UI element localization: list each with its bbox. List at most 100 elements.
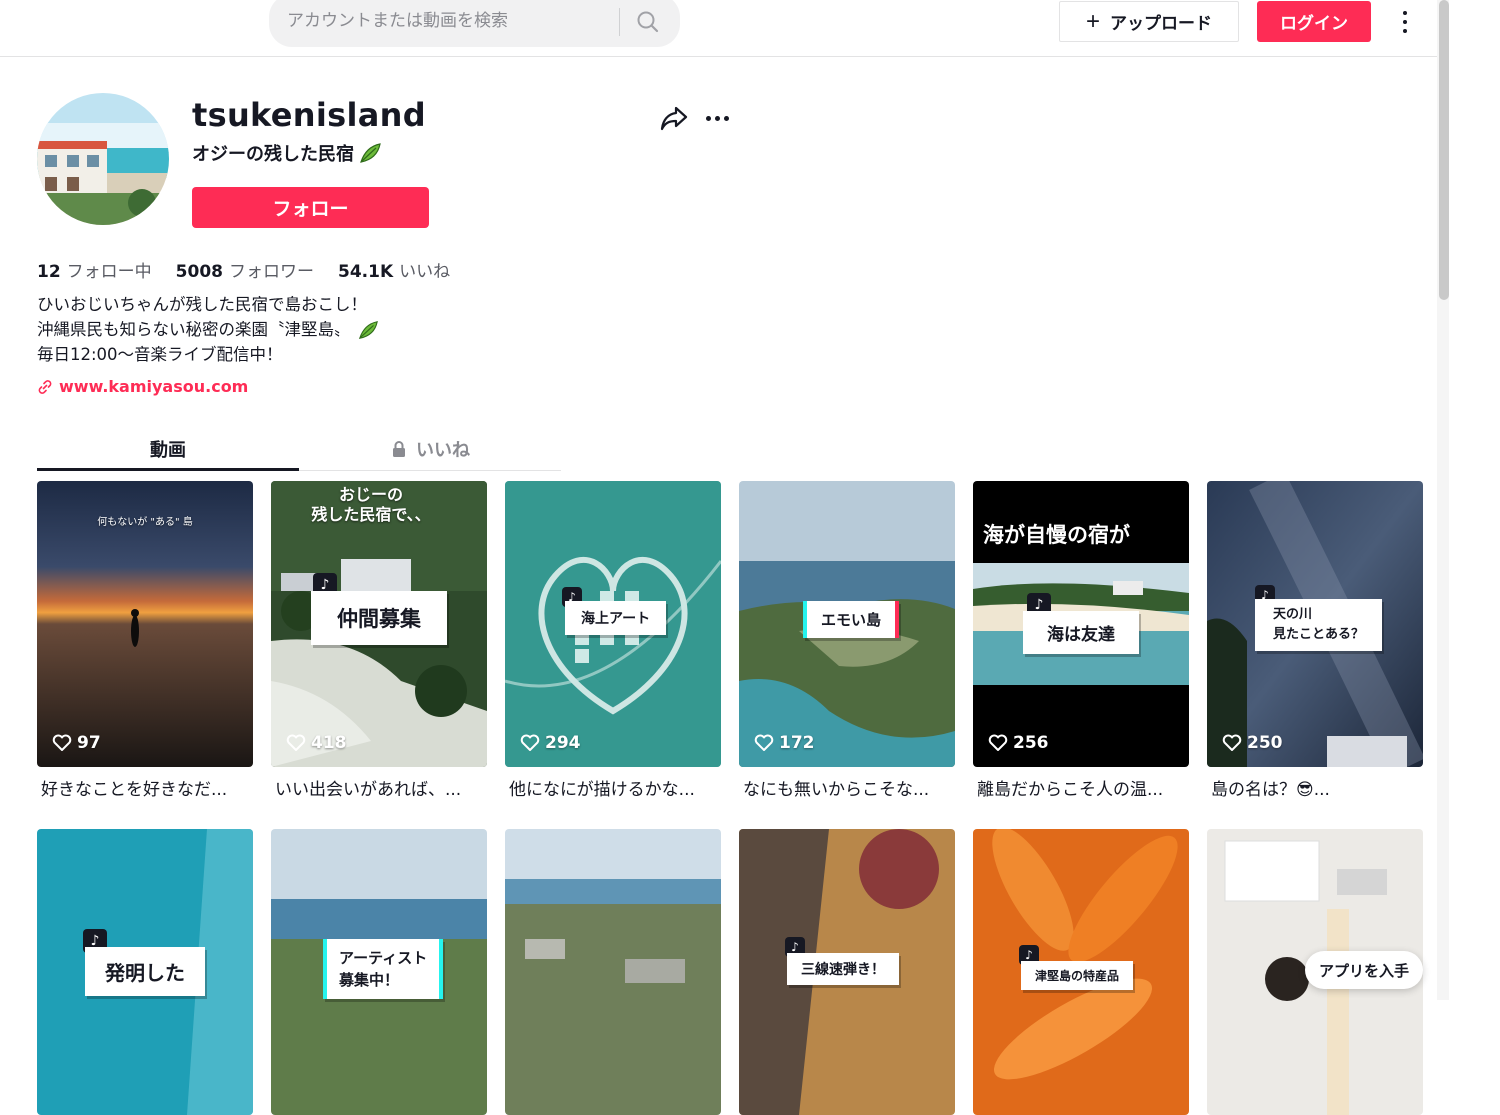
video-card[interactable]: ♪ 津堅島の特産品 — [973, 829, 1189, 1115]
nickname-text: オジーの残した民宿 — [192, 144, 354, 165]
heart-icon — [52, 734, 72, 751]
follow-button[interactable]: フォロー — [192, 187, 429, 228]
nickname: オジーの残した民宿 — [192, 140, 382, 166]
top-header: + アップロード ログイン — [0, 0, 1440, 57]
tab-liked[interactable]: いいね — [299, 428, 561, 470]
search-icon — [637, 11, 659, 33]
bio-line-text: 沖縄県民も知らない秘密の楽園〝津堅島〟 — [37, 320, 351, 339]
video-overlay-label: エモい島 — [803, 601, 900, 638]
video-likes-count: 97 — [77, 733, 101, 753]
avatar[interactable] — [37, 93, 169, 225]
video-thumbnail: アーティスト 募集中！ — [271, 829, 487, 1115]
followers-label: フォロワー — [229, 262, 314, 282]
plus-icon: + — [1085, 7, 1100, 35]
tab-videos-label: 動画 — [150, 440, 186, 461]
more-menu-icon[interactable] — [1394, 8, 1416, 36]
video-caption: いい出会いがあれば、... — [275, 780, 462, 800]
video-card[interactable]: ♪ 三線速弾き！ — [739, 829, 955, 1115]
video-caption: 他になにが描けるかな... — [509, 780, 695, 800]
video-overlay-label: 海上アート — [565, 601, 667, 635]
video-card[interactable]: 海が自慢の宿が ♪ 海は友達 256 離島だからこそ人の温... — [973, 481, 1189, 800]
video-thumbnail — [505, 829, 721, 1115]
video-thumbnail: ♪ 津堅島の特産品 — [973, 829, 1189, 1115]
leaf-icon — [358, 320, 378, 339]
video-thumbnail: 何もないが "ある" 島 97 — [37, 481, 253, 767]
video-overlay-label: 仲間募集 — [311, 591, 447, 645]
video-caption: なにも無いからこそな... — [743, 780, 930, 800]
video-thumbnail: おじーの 残した民宿で、、 ♪ 仲間募集 418 — [271, 481, 487, 767]
profile-tabs: 動画 いいね — [37, 428, 561, 471]
video-card[interactable]: ♪ 天の川 見たことある？ 250 島の名は？😎... — [1207, 481, 1423, 800]
video-likes: 172 — [754, 733, 815, 753]
username: tsukenisland — [192, 96, 426, 134]
video-thumbnail: ♪ 三線速弾き！ — [739, 829, 955, 1115]
get-app-button[interactable]: アプリを入手 — [1305, 951, 1423, 989]
leaf-icon — [360, 143, 381, 163]
video-card[interactable]: 何もないが "ある" 島 97 好きなことを好きなだ... — [37, 481, 253, 800]
search-button[interactable] — [631, 6, 665, 38]
following-label: フォロー中 — [66, 262, 152, 282]
video-card[interactable] — [505, 829, 721, 1115]
video-overlay-label: 海は友達 — [1023, 611, 1139, 654]
video-likes-count: 294 — [545, 733, 581, 753]
video-thumbnail: ♪ 天の川 見たことある？ 250 — [1207, 481, 1423, 767]
video-likes: 256 — [988, 733, 1049, 753]
heart-icon — [1222, 734, 1242, 751]
following-count: 12 — [37, 262, 61, 282]
video-card[interactable]: ♪ 発明した — [37, 829, 253, 1115]
followers-stat[interactable]: 5008 フォロワー — [176, 257, 314, 282]
video-likes: 250 — [1222, 733, 1283, 753]
active-tab-underline — [37, 468, 299, 471]
search-bar — [269, 0, 680, 47]
search-divider — [619, 8, 620, 36]
video-overlay-label: 三線速弾き！ — [787, 953, 899, 985]
video-likes-count: 250 — [1247, 733, 1283, 753]
video-overlay-label: 天の川 見たことある？ — [1255, 599, 1383, 651]
video-thumbnail: ♪ 海上アート 294 — [505, 481, 721, 767]
profile-link[interactable]: www.kamiyasou.com — [37, 377, 248, 396]
login-button[interactable]: ログイン — [1257, 1, 1371, 42]
video-card[interactable]: エモい島 172 なにも無いからこそな... — [739, 481, 955, 800]
following-stat[interactable]: 12 フォロー中 — [37, 257, 152, 282]
video-top-text: おじーの 残した民宿で、、 — [311, 485, 431, 524]
lock-icon — [393, 441, 405, 457]
profile-link-text: www.kamiyasou.com — [59, 377, 249, 396]
likes-count: 54.1K — [338, 262, 394, 282]
likes-label: いいね — [399, 262, 451, 282]
bio: ひいおじいちゃんが残した民宿で島おこし！ 沖縄県民も知らない秘密の楽園〝津堅島〟… — [37, 292, 379, 367]
video-overlay-label: アーティスト 募集中！ — [323, 939, 444, 999]
video-card[interactable]: ♪ 海上アート 294 他になにが描けるかな... — [505, 481, 721, 800]
tab-liked-label: いいね — [416, 440, 470, 461]
scrollbar-thumb[interactable] — [1439, 0, 1449, 300]
video-top-text: 海が自慢の宿が — [983, 523, 1130, 547]
upload-label: アップロード — [1110, 14, 1212, 33]
link-icon — [38, 379, 52, 394]
upload-button[interactable]: + アップロード — [1059, 1, 1239, 42]
video-thumbnail: ♪ 発明した — [37, 829, 253, 1115]
video-thumbnail: 海が自慢の宿が ♪ 海は友達 256 — [973, 481, 1189, 767]
bio-line: ひいおじいちゃんが残した民宿で島おこし！ — [37, 295, 367, 314]
more-options-icon[interactable] — [706, 108, 736, 128]
heart-icon — [286, 734, 306, 751]
likes-stat: 54.1K いいね — [338, 257, 450, 282]
profile-stats: 12 フォロー中 5008 フォロワー 54.1K いいね — [37, 257, 450, 282]
video-likes: 418 — [286, 733, 347, 753]
heart-icon — [988, 734, 1008, 751]
share-icon[interactable] — [659, 104, 691, 134]
heart-icon — [754, 734, 774, 751]
video-caption: 島の名は？😎... — [1211, 780, 1330, 800]
video-card[interactable]: アーティスト 募集中！ — [271, 829, 487, 1115]
video-overlay-label: 発明した — [85, 947, 205, 996]
bio-line: 毎日12:00〜音楽ライブ配信中！ — [37, 345, 283, 364]
video-thumbnail: エモい島 172 — [739, 481, 955, 767]
tab-videos[interactable]: 動画 — [37, 428, 299, 470]
video-card[interactable]: おじーの 残した民宿で、、 ♪ 仲間募集 418 いい出会いがあれば、... — [271, 481, 487, 800]
bio-line: 沖縄県民も知らない秘密の楽園〝津堅島〟 — [37, 317, 379, 342]
video-likes-count: 256 — [1013, 733, 1049, 753]
video-overlay-label: 津堅島の特産品 — [1021, 961, 1134, 990]
video-likes-count: 172 — [779, 733, 815, 753]
search-input[interactable] — [287, 8, 617, 34]
video-likes-count: 418 — [311, 733, 347, 753]
video-caption: 離島だからこそ人の温... — [977, 780, 1164, 800]
video-caption: 好きなことを好きなだ... — [41, 780, 228, 800]
